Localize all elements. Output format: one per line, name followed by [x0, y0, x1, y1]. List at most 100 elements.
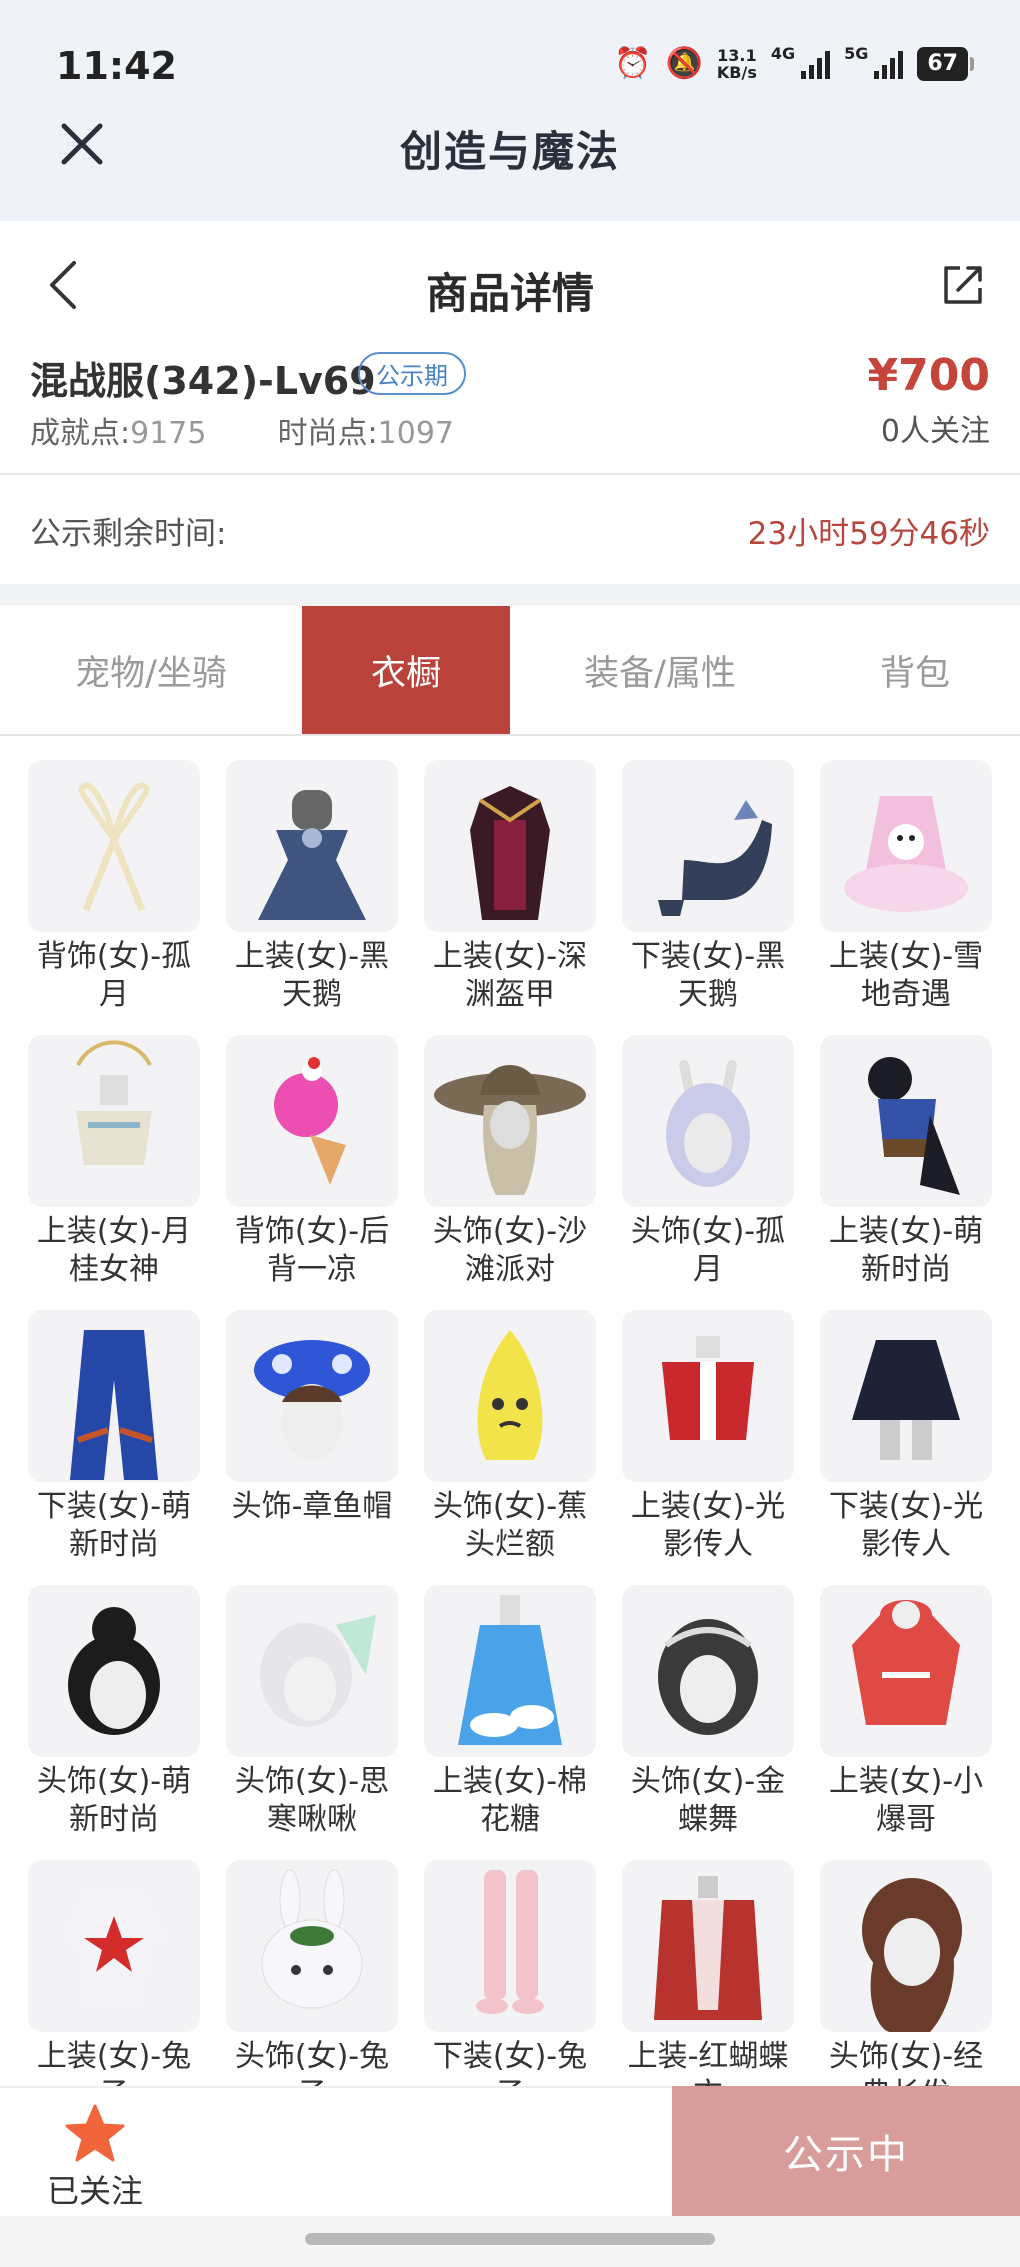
bunny-hairpiece-icon: [666, 1060, 750, 1187]
wardrobe-item-thumbnail: [820, 1035, 992, 1207]
tab-pets-mounts[interactable]: 宠物/坐骑: [0, 606, 302, 734]
wardrobe-item-label: 背饰(女)-后背一凉: [234, 1214, 390, 1287]
wardrobe-item[interactable]: 上装(女)-棉花糖: [424, 1585, 596, 1837]
wardrobe-item-thumbnail: [226, 760, 398, 932]
wardrobe-grid: 背饰(女)-孤月 上装(女)-黑天鹅 上装(女)-深渊盔甲 下装(女)-黑天鹅 上装(女…: [28, 760, 994, 2086]
jeweled-hair-icon: [658, 1619, 758, 1735]
divider: [0, 473, 1020, 475]
wardrobe-item[interactable]: 上装-红蝴蝶衣: [622, 1860, 794, 2086]
wardrobe-item-label: 上装(女)-萌新时尚: [828, 1214, 984, 1287]
net-speed-value: 13.1: [717, 45, 757, 65]
wardrobe-item[interactable]: 背饰(女)-孤月: [28, 760, 200, 1012]
countdown-value: 23小时59分46秒: [747, 516, 990, 552]
alarm-icon: ⏰: [614, 46, 652, 81]
wardrobe-item-thumbnail: [820, 1310, 992, 1482]
follow-button[interactable]: 已关注: [40, 2100, 150, 2210]
wardrobe-item[interactable]: 上装(女)-黑天鹅: [226, 760, 398, 1012]
achievement-label: 成就点:: [30, 416, 131, 451]
wardrobe-item[interactable]: 下装(女)-兔子: [424, 1860, 596, 2086]
wardrobe-item[interactable]: 上装(女)-光影传人: [622, 1310, 794, 1562]
wardrobe-item[interactable]: 上装(女)-雪地奇遇: [820, 760, 992, 1012]
wardrobe-item-thumbnail: [28, 1310, 200, 1482]
tab-wardrobe[interactable]: 衣橱: [302, 606, 510, 734]
wardrobe-item[interactable]: 头饰(女)-沙滩派对: [424, 1035, 596, 1287]
wardrobe-item[interactable]: 头饰-章鱼帽: [226, 1310, 398, 1555]
wardrobe-item[interactable]: 头饰(女)-兔子: [226, 1860, 398, 2086]
wardrobe-item[interactable]: 下装(女)-光影传人: [820, 1310, 992, 1562]
home-indicator[interactable]: [305, 2233, 715, 2245]
page-title: 商品详情: [425, 269, 594, 318]
share-icon[interactable]: [940, 262, 986, 308]
wardrobe-item-thumbnail: [28, 1035, 200, 1207]
signal-bars-icon: [801, 49, 831, 79]
status-badge: 公示期: [358, 352, 466, 395]
wardrobe-item-label: 头饰(女)-金蝶舞: [630, 1764, 786, 1837]
tab-equipment[interactable]: 装备/属性: [510, 606, 810, 734]
blue-corset-top-icon: [868, 1057, 960, 1195]
tab-backpack[interactable]: 背包: [810, 606, 1020, 734]
wardrobe-item[interactable]: 头饰(女)-思寒啾啾: [226, 1585, 398, 1837]
wardrobe-item-label: 头饰(女)-孤月: [630, 1214, 786, 1287]
wardrobe-item[interactable]: 背饰(女)-后背一凉: [226, 1035, 398, 1287]
wardrobe-item-thumbnail: [424, 1310, 596, 1482]
wardrobe-item[interactable]: 上装(女)-萌新时尚: [820, 1035, 992, 1287]
follow-label: 已关注: [46, 2172, 143, 2210]
wardrobe-item-thumbnail: [28, 1860, 200, 2032]
wardrobe-item-thumbnail: [622, 1860, 794, 2032]
wardrobe-item-thumbnail: [226, 1310, 398, 1482]
status-time: 11:42: [56, 44, 177, 88]
wardrobe-item[interactable]: 上装(女)-小爆哥: [820, 1585, 992, 1837]
butterfly-top-icon: [654, 1876, 762, 2020]
ice-cream-icon: [274, 1057, 346, 1185]
item-name: 混战服(342)-Lv69: [30, 359, 376, 403]
wardrobe-item[interactable]: 上装(女)-兔子: [28, 1860, 200, 2086]
wardrobe-item[interactable]: 上装(女)-月桂女神: [28, 1035, 200, 1287]
wardrobe-item-label: 头饰(女)-兔子: [234, 2039, 390, 2086]
wardrobe-item-label: 背饰(女)-孤月: [36, 939, 192, 1012]
twin-tail-hair-icon: [260, 1615, 376, 1727]
status-icons: ⏰ 🔕 13.1 KB/s 4G 5G 67: [614, 44, 974, 81]
wardrobe-item-thumbnail: [424, 1860, 596, 2032]
wardrobe-item-thumbnail: [28, 760, 200, 932]
wardrobe-item-label: 上装(女)-小爆哥: [828, 1764, 984, 1837]
wardrobe-item-label: 上装(女)-月桂女神: [36, 1214, 192, 1287]
category-tabs: 宠物/坐骑 衣橱 装备/属性 背包: [0, 606, 1020, 736]
app-top-bar: [0, 0, 1020, 221]
wardrobe-item[interactable]: 头饰(女)-经典长发: [820, 1860, 992, 2086]
wardrobe-item[interactable]: 头饰(女)-金蝶舞: [622, 1585, 794, 1837]
blue-pants-icon: [70, 1330, 158, 1480]
fashion-label: 时尚点:: [277, 416, 378, 451]
wardrobe-item-label: 上装(女)-深渊盔甲: [432, 939, 588, 1012]
net-speed: 13.1 KB/s: [717, 47, 757, 81]
wardrobe-item[interactable]: 上装(女)-深渊盔甲: [424, 760, 596, 1012]
pleated-skirt-icon: [852, 1340, 960, 1460]
wardrobe-item-label: 头饰(女)-思寒啾啾: [234, 1764, 390, 1837]
wardrobe-item-thumbnail: [226, 1860, 398, 2032]
wardrobe-item-thumbnail: [622, 1310, 794, 1482]
section-gap: [0, 584, 1020, 606]
wardrobe-item[interactable]: 头饰(女)-孤月: [622, 1035, 794, 1287]
fluffy-dress-icon: [844, 796, 968, 912]
wardrobe-item-thumbnail: [820, 1585, 992, 1757]
wardrobe-item-thumbnail: [424, 1035, 596, 1207]
long-hair-icon: [862, 1878, 962, 2032]
wardrobe-item-label: 下装(女)-光影传人: [828, 1489, 984, 1562]
wardrobe-item-thumbnail: [424, 760, 596, 932]
pink-boots-icon: [476, 1870, 544, 2014]
banana-hat-icon: [477, 1330, 543, 1460]
wardrobe-item-label: 上装(女)-棉花糖: [432, 1764, 588, 1837]
wardrobe-item-label: 头饰(女)-萌新时尚: [36, 1764, 192, 1837]
wardrobe-item[interactable]: 头饰(女)-萌新时尚: [28, 1585, 200, 1837]
wardrobe-item-thumbnail: [28, 1585, 200, 1757]
star-icon: [65, 2104, 125, 2162]
countdown-label: 公示剩余时间:: [30, 516, 227, 552]
achievement-value: 9175: [130, 416, 207, 451]
wardrobe-item-label: 头饰-章鱼帽: [231, 1489, 393, 1524]
wardrobe-item[interactable]: 下装(女)-萌新时尚: [28, 1310, 200, 1562]
bunny-head-icon: [261, 1869, 363, 2009]
wardrobe-item[interactable]: 头饰(女)-蕉头烂额: [424, 1310, 596, 1562]
signal-bars-icon: [874, 49, 904, 79]
publicity-status-button[interactable]: 公示中: [672, 2086, 1020, 2216]
wardrobe-item[interactable]: 下装(女)-黑天鹅: [622, 760, 794, 1012]
wardrobe-item-label: 上装(女)-雪地奇遇: [828, 939, 984, 1012]
